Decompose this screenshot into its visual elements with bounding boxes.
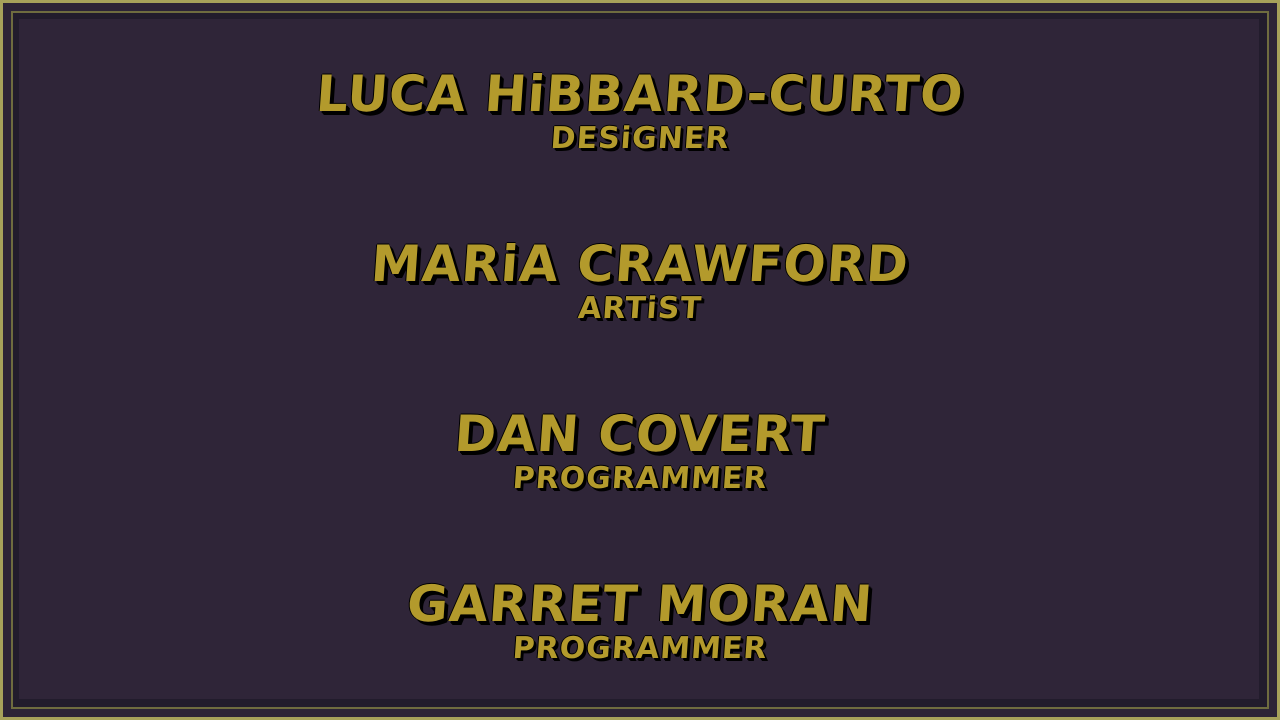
credit-entry: LUCA HiBBARD-CURTO DESiGNER: [0, 65, 1280, 156]
credit-name: LUCA HiBBARD-CURTO: [314, 65, 966, 123]
credit-entry: DAN COVERT PROGRAMMER: [0, 405, 1280, 496]
credit-name: GARRET MORAN: [405, 575, 875, 633]
credits-list: LUCA HiBBARD-CURTO DESiGNER MARiA CRAWFO…: [0, 0, 1280, 720]
credit-role: DESiGNER: [549, 121, 731, 156]
credit-name: DAN COVERT: [452, 405, 828, 463]
credit-entry: MARiA CRAWFORD ARTiST: [0, 235, 1280, 326]
credit-entry: GARRET MORAN PROGRAMMER: [0, 575, 1280, 666]
credit-role: PROGRAMMER: [511, 631, 769, 666]
credit-name: MARiA CRAWFORD: [369, 235, 911, 293]
credit-role: PROGRAMMER: [511, 461, 769, 496]
credit-role: ARTiST: [576, 291, 704, 326]
